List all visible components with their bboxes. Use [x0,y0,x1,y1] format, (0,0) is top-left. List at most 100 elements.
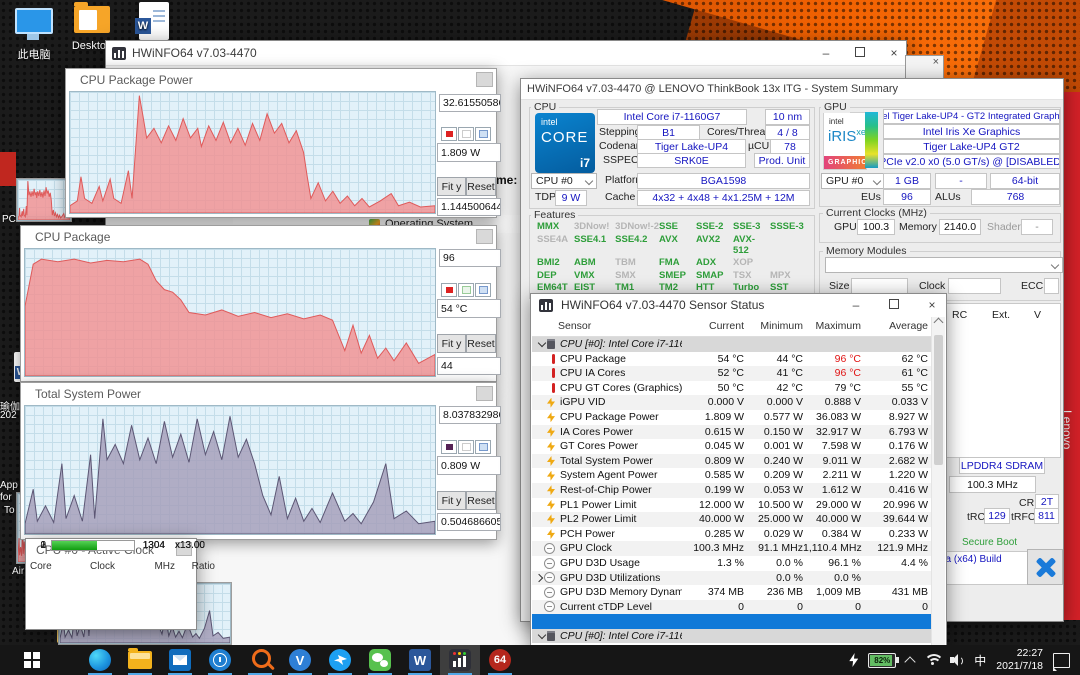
sensor-row[interactable]: GPU Clock 100.3 MHz 91.1 MHz 1,110.4 MHz… [532,541,932,556]
graph-color-button[interactable] [475,440,491,454]
cpu-feature-flag: SSE-3 [733,221,770,232]
sensor-row[interactable]: CPU [#0]: Intel Core i7-116... [532,629,932,644]
cpu-feature-flag: SSE4.2 [615,234,659,256]
tray-expand-icon[interactable] [905,656,916,667]
taskbar-item-mail[interactable] [160,645,200,675]
sensor-type-icon [547,398,555,408]
taskbar-item-search[interactable] [240,645,280,675]
start-button[interactable] [12,645,52,675]
graph-color-button[interactable] [458,440,474,454]
ext-column-header: Ext. [992,309,1010,321]
sensor-row[interactable] [532,614,932,629]
wifi-icon[interactable] [924,654,940,666]
graph-color-button[interactable] [441,127,457,141]
graph-color-button[interactable] [441,283,457,297]
sensor-current: 374 MB [682,585,744,600]
taskbar-item-explorer[interactable] [120,645,160,675]
desktop-icon-word-doc[interactable] [132,2,176,40]
taskbar-item-thunder[interactable] [320,645,360,675]
graph-color-button[interactable] [458,127,474,141]
tray-clock[interactable]: 22:27 2021/7/18 [996,647,1043,673]
summary-titlebar[interactable]: HWiNFO64 v7.03-4470 @ LENOVO ThinkBook 1… [521,79,1063,100]
graph-color-button[interactable] [441,440,457,454]
sensor-scrollbar[interactable] [931,317,945,648]
speaker-icon[interactable] [950,654,964,666]
sensor-row[interactable]: PL2 Power Limit 40.000 W 25.000 W 40.000… [532,512,932,527]
cpu-feature-flag: MPX [770,270,807,281]
action-center-icon[interactable] [1053,653,1070,668]
cpu-select-dropdown[interactable]: CPU #0 [531,173,597,189]
cpu-feature-flag: TM2 [659,282,696,293]
sensor-row[interactable]: CPU [#0]: Intel Core i7-116... [532,337,932,352]
ime-indicator[interactable]: 中 [974,652,986,669]
sensor-row[interactable]: CPU Package Power 1.809 W 0.577 W 36.083… [532,410,932,425]
sensor-row[interactable]: GPU D3D Memory Dynamic 374 MB 236 MB 1,0… [532,585,932,600]
sensor-row[interactable]: System Agent Power 0.585 W 0.209 W 2.211… [532,468,932,483]
main-window-titlebar[interactable]: HWiNFO64 v7.03-4470 – × [106,41,906,66]
taskbar-item-hwinfo[interactable] [440,645,480,675]
gpu-mem-size-value: 1 GB [883,173,931,189]
sensor-row[interactable]: PCH Power 0.285 W 0.029 W 0.384 W 0.233 … [532,527,932,542]
fit-y-button[interactable]: Fit y [437,334,466,353]
sensor-minimum: 0.000 V [744,395,803,410]
cpu-process-value: 10 nm [765,109,810,125]
scrollbar-thumb[interactable] [934,335,943,465]
expand-chevron-icon[interactable] [535,574,543,582]
sensor-current: 0 [682,600,744,615]
taskbar-item-edge[interactable] [80,645,120,675]
close-button[interactable]: × [926,298,938,312]
sensor-maximum: 1,110.4 MHz [803,541,861,556]
graph-close-button[interactable] [476,72,493,87]
sensor-row[interactable]: GPU D3D Utilizations 0.0 % 0.0 % [532,571,932,586]
sensor-row[interactable]: Rest-of-Chip Power 0.199 W 0.053 W 1.612… [532,483,932,498]
sensor-row[interactable]: IA Cores Power 0.615 W 0.150 W 32.917 W … [532,425,932,440]
maximize-button[interactable] [854,46,866,60]
minimize-button[interactable]: – [850,298,862,312]
partial-app-icon[interactable] [0,152,16,186]
reset-button[interactable]: Reset [466,334,496,353]
graph-close-button[interactable] [476,229,493,244]
minimize-button[interactable]: – [820,46,832,60]
taskbar-item-v-app[interactable]: V [280,645,320,675]
taskbar-item-wechat[interactable] [360,645,400,675]
sensor-average: 39.644 W [861,512,928,527]
scroll-up-icon[interactable] [934,318,944,328]
taskbar-item-alarms[interactable] [200,645,240,675]
memory-modules-label: Memory Modules [823,245,910,257]
expand-chevron-icon[interactable] [538,339,546,347]
taskbar-item-word[interactable]: W [400,645,440,675]
memory-timings-table: RC Ext. V [945,303,1061,458]
maximize-button[interactable] [888,298,900,312]
close-app-button[interactable] [1027,549,1063,585]
sensor-titlebar[interactable]: HWiNFO64 v7.03-4470 Sensor Status – × [531,294,946,316]
graph-color-button[interactable] [458,283,474,297]
fit-y-button[interactable]: Fit y [437,177,466,196]
memory-module-dropdown[interactable] [825,257,1063,273]
taskbar-item-hwinfo64[interactable]: 64 [480,645,520,675]
sensor-current: 1.3 % [682,556,744,571]
hwinfo-icon [449,649,471,671]
sensor-row[interactable]: iGPU VID 0.000 V 0.000 V 0.888 V 0.033 V [532,395,932,410]
partial-time-label: me: [496,173,517,187]
graph-color-button[interactable] [475,283,491,297]
reset-button[interactable]: Reset [466,177,496,196]
sensor-row[interactable]: GPU D3D Usage 1.3 % 0.0 % 96.1 % 4.4 % [532,556,932,571]
desktop-icon-this-pc[interactable]: 此电脑 [8,8,60,62]
sensor-column-headers: Sensor Current Minimum Maximum Average [532,316,932,337]
gpu-select-dropdown[interactable]: GPU #0 [821,173,885,189]
graph-close-button[interactable] [476,386,493,401]
word-doc-icon [139,2,169,40]
sensor-row[interactable]: GT Cores Power 0.045 W 0.001 W 7.598 W 0… [532,439,932,454]
sensor-row[interactable]: Total System Power 0.809 W 0.240 W 9.011… [532,454,932,469]
sensor-row[interactable]: PL1 Power Limit 12.000 W 10.500 W 29.000… [532,498,932,513]
fit-y-button[interactable]: Fit y [437,491,466,510]
reset-button[interactable]: Reset [466,491,496,510]
sensor-row[interactable]: CPU Package 54 °C 44 °C 96 °C 62 °C [532,352,932,367]
sensor-row[interactable]: Current cTDP Level 0 0 0 0 [532,600,932,615]
expand-chevron-icon[interactable] [538,631,546,639]
battery-indicator[interactable]: 82% [868,653,896,668]
graph-color-button[interactable] [475,127,491,141]
close-button[interactable]: × [888,46,900,60]
sensor-row[interactable]: CPU GT Cores (Graphics) 50 °C 42 °C 79 °… [532,381,932,396]
sensor-row[interactable]: CPU IA Cores 52 °C 41 °C 96 °C 61 °C [532,366,932,381]
